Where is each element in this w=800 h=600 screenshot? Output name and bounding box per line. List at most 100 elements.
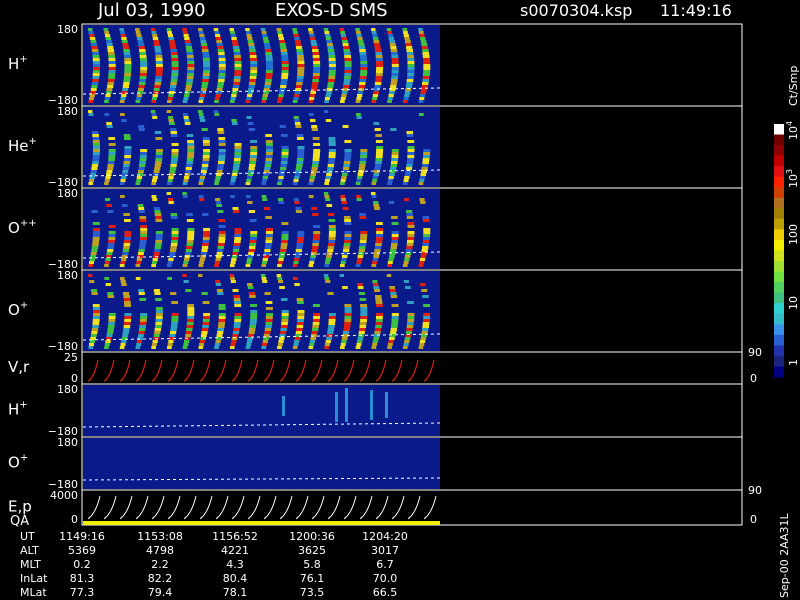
- spectro-cell: [245, 346, 251, 349]
- spectro-cell: [155, 149, 163, 152]
- spectro-cell: [233, 161, 241, 164]
- spectro-cell: [153, 43, 160, 46]
- right-max-label: 90: [748, 346, 762, 359]
- spectro-cell: [121, 283, 127, 286]
- spectro-cell: [104, 179, 110, 182]
- spectro-cell: [140, 225, 148, 228]
- spectro-cell: [119, 182, 125, 185]
- spectro-cell: [292, 346, 298, 349]
- spectro-cell: [294, 91, 301, 94]
- spectro-cell: [374, 85, 381, 88]
- spectro-cell: [294, 340, 300, 343]
- spectro-cell: [138, 207, 145, 210]
- spectro-cell: [105, 258, 111, 261]
- spectro-cell: [344, 307, 352, 310]
- spectro-cell: [105, 340, 111, 343]
- table-cell: 0.2: [73, 558, 91, 571]
- spectro-cell: [155, 152, 163, 155]
- spectro-cell: [404, 176, 410, 179]
- spectro-cell: [375, 295, 382, 298]
- spectro-cell: [121, 258, 127, 261]
- spectro-cell: [185, 43, 192, 46]
- spectro-cell: [120, 280, 126, 283]
- spectro-cell: [136, 179, 142, 182]
- spectro-cell: [405, 167, 413, 170]
- spectro-cell: [234, 73, 242, 76]
- spectro-cell: [375, 73, 383, 76]
- spectro-cell: [202, 55, 210, 58]
- spectro-cell: [234, 61, 242, 64]
- spectro-cell: [328, 228, 336, 231]
- spectro-cell: [155, 52, 162, 55]
- spectro-cell: [104, 113, 110, 116]
- table-cell: 5369: [68, 544, 96, 557]
- spectro-cell: [374, 328, 382, 331]
- spectro-cell: [120, 113, 125, 116]
- spectro-cell: [166, 110, 172, 113]
- spectro-cell: [327, 167, 334, 170]
- spectro-cell: [139, 164, 146, 167]
- spectro-cell: [266, 228, 273, 231]
- spectro-cell: [421, 46, 428, 49]
- spectro-cell: [218, 58, 226, 61]
- spectro-cell: [281, 64, 289, 67]
- spectro-cell: [124, 231, 132, 234]
- spectro-cell: [391, 325, 398, 328]
- spectro-cell: [294, 258, 300, 261]
- spectro-cell: [154, 246, 162, 249]
- spectro-cell: [88, 346, 94, 349]
- spectro-cell: [107, 243, 115, 246]
- spectro-cell: [294, 40, 301, 43]
- spectro-cell: [89, 37, 96, 40]
- spectro-cell: [281, 313, 289, 316]
- spectro-cell: [375, 76, 383, 79]
- spectro-cell: [344, 152, 352, 155]
- spectro-cell: [155, 325, 162, 328]
- spectro-cell: [216, 252, 223, 255]
- spectro-cell: [123, 322, 131, 325]
- spectro-cell: [422, 328, 429, 331]
- spectro-cell: [359, 298, 367, 301]
- colorbar-swatch: [774, 218, 784, 230]
- spectro-cell: [187, 61, 195, 64]
- spectro-cell: [297, 70, 305, 73]
- spectro-cell: [218, 70, 226, 73]
- spectro-cell: [186, 49, 193, 52]
- spectro-cell: [313, 313, 321, 316]
- spectro-cell: [186, 134, 194, 137]
- spectro-cell: [296, 52, 304, 55]
- spectro-cell: [124, 61, 132, 64]
- spectro-cell: [297, 231, 305, 234]
- spectro-cell: [312, 82, 319, 85]
- spectro-cell: [155, 55, 163, 58]
- spectro-cell: [360, 58, 367, 61]
- spectro-cell: [168, 258, 174, 261]
- spectro-cell: [249, 246, 256, 249]
- spectro-cell: [199, 34, 205, 37]
- spectro-cell: [124, 301, 131, 304]
- spectro-cell: [168, 37, 174, 40]
- spectro-cell: [218, 319, 226, 322]
- spectro-cell: [124, 67, 132, 70]
- spectro-cell: [407, 64, 415, 67]
- spectro-cell: [277, 277, 283, 280]
- spectro-cell: [122, 252, 129, 255]
- spectro-cell: [422, 82, 429, 85]
- spectro-cell: [324, 264, 329, 267]
- spectro-cell: [376, 152, 383, 155]
- spectro-cell: [154, 49, 162, 52]
- spectro-cell: [139, 240, 147, 243]
- spectro-cell: [386, 28, 392, 31]
- spectro-cell: [198, 100, 204, 103]
- spectro-cell: [281, 58, 289, 61]
- spectro-cell: [343, 82, 350, 85]
- spectro-cell: [124, 70, 132, 73]
- spectro-cell: [357, 94, 363, 97]
- spectro-cell: [407, 225, 415, 228]
- spectro-cell: [169, 334, 176, 337]
- spectro-cell: [185, 46, 192, 49]
- spectro-cell: [249, 164, 256, 167]
- spectro-cell: [296, 158, 304, 161]
- spectro-cell: [218, 240, 225, 243]
- spectro-cell: [407, 152, 415, 155]
